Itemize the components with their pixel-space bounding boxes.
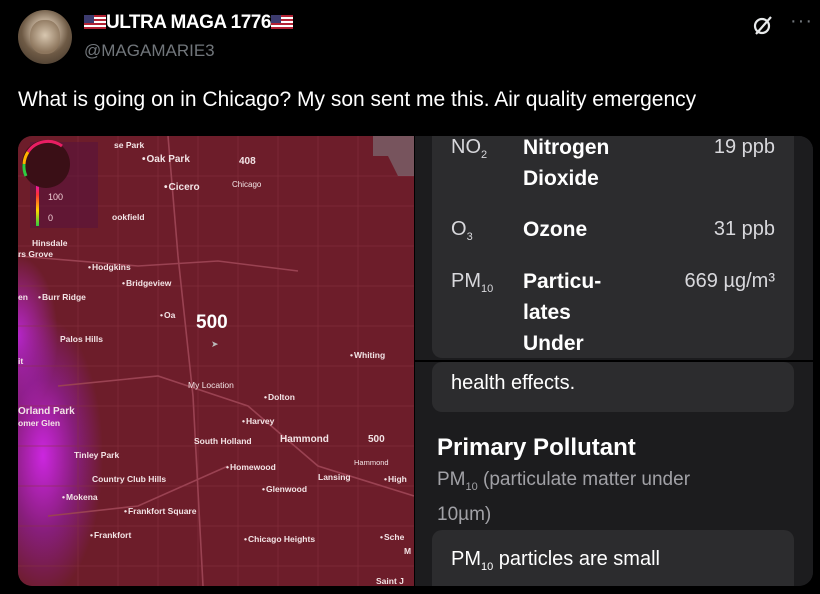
pollutant-symbol: NO2 [451, 136, 488, 161]
place-label: Palos Hills [60, 334, 103, 344]
place-label: South Holland [194, 436, 252, 446]
pollutant-symbol: O3 [451, 218, 473, 243]
place-label: Sche [380, 532, 404, 542]
place-label: Dolton [264, 392, 295, 402]
aqi-location-ring [22, 139, 70, 188]
pollutant-name: Ozone [523, 218, 588, 241]
place-label: Tinley Park [74, 450, 120, 460]
place-label: Harvey [242, 416, 274, 426]
grok-icon[interactable] [752, 14, 774, 42]
display-name[interactable]: ULTRA MAGA 1776 [84, 12, 293, 34]
legend-label: 100 [48, 192, 64, 202]
place-label: Chicago Heights [244, 534, 315, 544]
more-options-button[interactable]: ··· [790, 10, 813, 33]
place-label: Hinsdale [32, 238, 68, 248]
pollutant-symbol: PM10 [451, 270, 494, 295]
primary-pollutant-title: Primary Pollutant [437, 434, 636, 461]
place-label: Orland Park [18, 406, 75, 417]
place-label: Whiting [350, 350, 385, 360]
place-label: Cicero [164, 182, 200, 193]
health-text: health effects. [451, 372, 576, 394]
us-flag-icon [84, 15, 106, 29]
place-label: Hammond [280, 434, 329, 445]
place-label: Frankfort [90, 530, 131, 540]
pollutant-value: 19 ppb [713, 136, 775, 158]
pollutant-value: 669 µg/m³ [684, 270, 775, 292]
place-label: it [18, 356, 24, 366]
pollutant-value: 31 ppb [713, 218, 775, 240]
user-handle[interactable]: @MAGAMARIE3 [84, 41, 215, 61]
tweet-media-image[interactable]: 300 200 100 0 se Park Oak Park 408 Cicer… [18, 136, 813, 586]
place-label: ookfield [112, 212, 145, 222]
place-label: High [384, 474, 407, 484]
place-label: Frankfort Square [124, 506, 197, 516]
place-label: Oa [160, 310, 175, 320]
place-label: Bridgeview [122, 278, 171, 288]
legend-label: 0 [48, 213, 54, 223]
place-label: omer Glen [18, 418, 61, 428]
place-label: Mokena [62, 492, 98, 502]
avatar[interactable] [18, 10, 72, 64]
place-label: Burr Ridge [38, 292, 86, 302]
place-label: Hodgkins [88, 262, 131, 272]
tweet-text: What is going on in Chicago? My son sent… [18, 88, 697, 111]
aqi-location-value[interactable]: 500 [196, 312, 228, 334]
place-label: My Location [188, 380, 234, 390]
place-label: Hammond [354, 458, 389, 467]
place-label: se Park [114, 140, 145, 150]
place-label: Country Club Hills [92, 474, 167, 484]
air-quality-map[interactable]: 300 200 100 0 se Park Oak Park 408 Cicer… [18, 136, 414, 586]
place-label: Homewood [226, 462, 276, 472]
primary-pollutant-subtitle: PM10 (particulate matter under 10µm) [437, 469, 691, 525]
place-label: en [18, 292, 28, 302]
place-label: Lansing [318, 472, 351, 482]
place-label: Glenwood [262, 484, 307, 494]
place-label: Saint J [376, 576, 404, 586]
place-label: rs Grove [18, 249, 53, 259]
aqi-badge-hammond[interactable]: 500 [368, 434, 385, 445]
pollutant-info-text: PM10 particles are small [451, 548, 660, 573]
air-quality-details-panel: NO2 Nitrogen Dioxide 19 ppb O3 Ozone 31 p… [415, 136, 813, 586]
location-arrow-icon: ➤ [211, 339, 219, 349]
place-label: Oak Park [142, 154, 190, 165]
avatar-face [30, 20, 60, 54]
pollutant-name: Particu-lates Under [523, 270, 602, 355]
pollutant-name: Nitrogen Dioxide [523, 136, 610, 190]
pollutants-card [432, 136, 794, 358]
us-flag-icon [270, 15, 293, 29]
display-name-text: ULTRA MAGA 1776 [106, 12, 271, 33]
aqi-badge-chicago[interactable]: 408 [239, 156, 256, 167]
place-label: Chicago [232, 180, 262, 189]
place-label: M [404, 546, 412, 556]
